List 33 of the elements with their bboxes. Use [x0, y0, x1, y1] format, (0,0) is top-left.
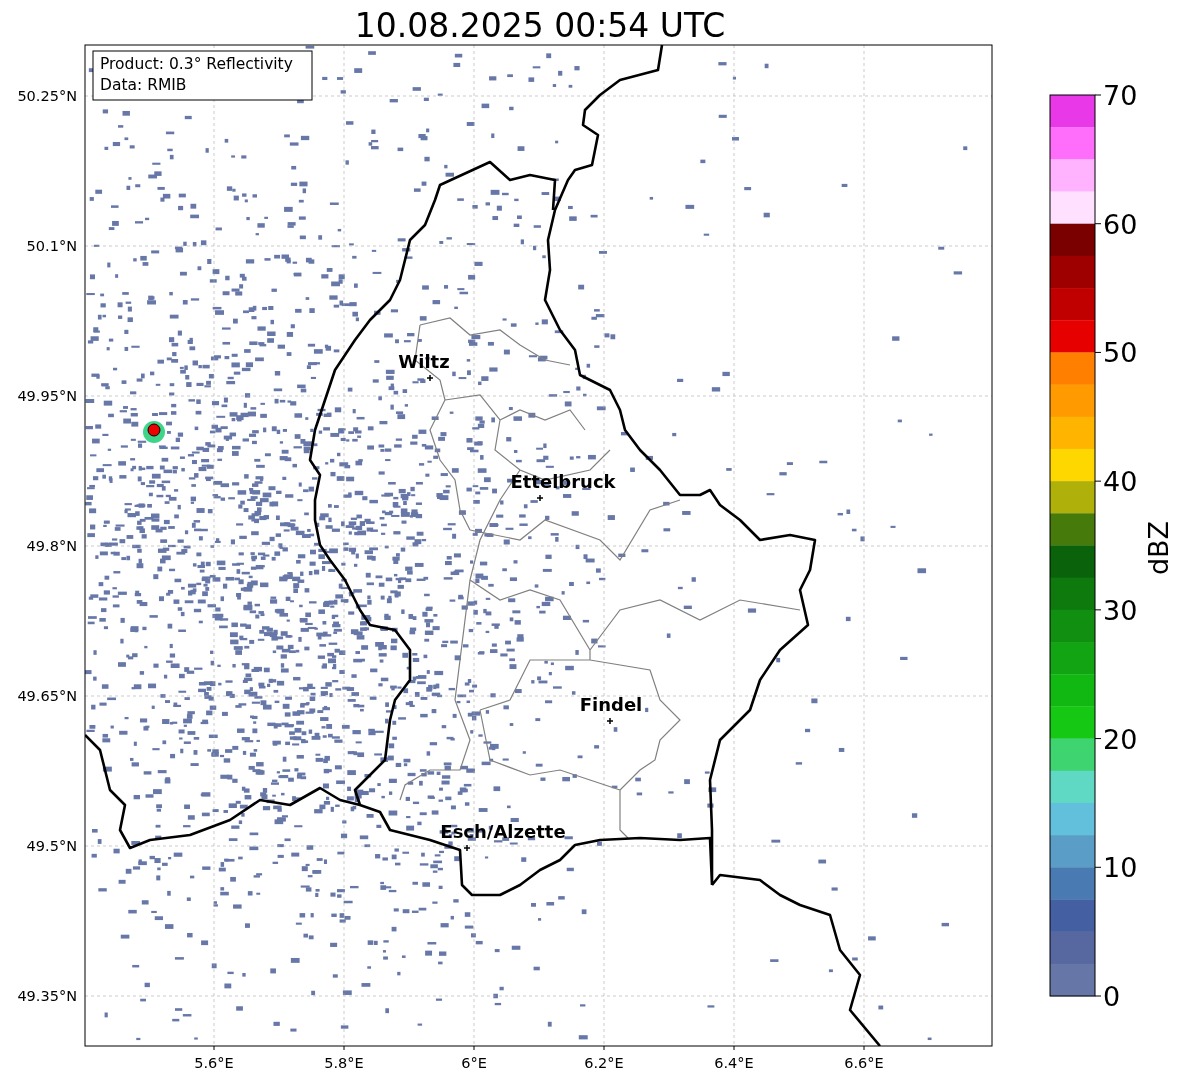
x-tick-label: 6°E: [461, 1055, 487, 1071]
place-label: Wiltz: [398, 351, 450, 372]
legend-text: Product: 0.3° Reflectivity: [100, 55, 293, 73]
place-label: Findel: [579, 694, 643, 715]
x-tick-label: 5.6°E: [194, 1055, 234, 1071]
y-tick-label: 49.5°N: [26, 838, 77, 854]
x-tick-label: 6.6°E: [844, 1055, 884, 1071]
radar-site-icon: [143, 421, 165, 443]
x-tick-label: 5.8°E: [324, 1055, 364, 1071]
colorbar-tick-label: 10: [1103, 852, 1138, 884]
colorbar-tick-label: 60: [1103, 208, 1138, 240]
y-tick-label: 49.35°N: [17, 988, 77, 1004]
x-tick-label: 6.4°E: [714, 1055, 754, 1071]
place-marker-icon: [463, 844, 471, 852]
colorbar-tick-label: 50: [1103, 337, 1138, 369]
place-marker-icon: [426, 374, 434, 382]
colorbar-label: dBZ: [1143, 520, 1174, 576]
chart-title: 10.08.2025 00:54 UTC: [354, 6, 726, 45]
y-tick-label: 49.8°N: [26, 538, 77, 554]
colorbar-tick-label: 30: [1103, 594, 1138, 626]
y-tick-label: 50.25°N: [17, 88, 77, 104]
y-tick-label: 49.95°N: [17, 388, 77, 404]
y-tick-label: 50.1°N: [26, 238, 77, 254]
colorbar-tick-label: 20: [1103, 723, 1138, 755]
colorbar-tick-label: 40: [1103, 466, 1138, 498]
place-marker-icon: [536, 494, 544, 502]
colorbar-tick-label: 70: [1103, 80, 1138, 111]
y-tick-label: 49.65°N: [17, 688, 77, 704]
x-tick-label: 6.2°E: [584, 1055, 624, 1071]
legend-text: Data: RMIB: [100, 76, 187, 94]
place-marker-icon: [606, 717, 614, 725]
place-label: Ettelbruck: [510, 471, 616, 492]
colorbar-tick-label: 0: [1103, 981, 1121, 1012]
